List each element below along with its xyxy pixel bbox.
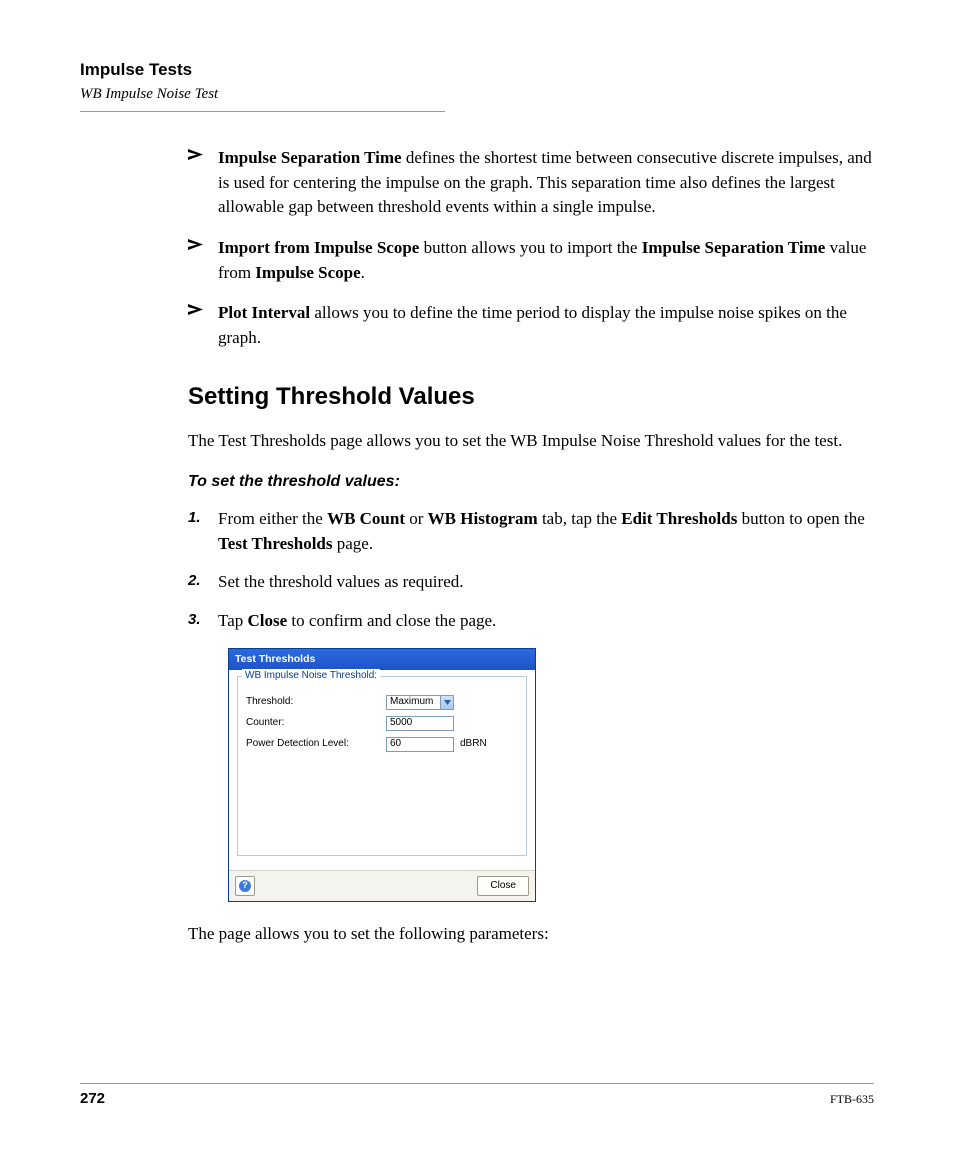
step-marker: 2. (188, 570, 218, 595)
footer-divider (80, 1083, 874, 1084)
dialog-title: Test Thresholds (229, 649, 535, 670)
help-button[interactable]: ? (235, 876, 255, 896)
procedure-heading: To set the threshold values: (188, 470, 874, 493)
power-value: 60 (390, 737, 401, 752)
bullet-text: Impulse Separation Time defines the shor… (218, 146, 874, 220)
document-id: FTB-635 (830, 1092, 874, 1107)
close-button[interactable]: Close (477, 876, 529, 897)
power-unit: dBRN (460, 737, 487, 752)
step-item: 1.From either the WB Count or WB Histogr… (188, 507, 874, 556)
section-subtitle: WB Impulse Noise Test (80, 86, 874, 103)
step-item: 2.Set the threshold values as required. (188, 570, 874, 595)
threshold-label: Threshold: (246, 695, 386, 710)
threshold-value: Maximum (390, 695, 433, 710)
test-thresholds-dialog: Test Thresholds WB Impulse Noise Thresho… (228, 648, 536, 902)
counter-input[interactable]: 5000 (386, 716, 454, 731)
threshold-dropdown[interactable]: Maximum (386, 695, 454, 710)
step-text: Set the threshold values as required. (218, 570, 874, 595)
intro-paragraph: The Test Thresholds page allows you to s… (188, 429, 874, 454)
bullet-item: Impulse Separation Time defines the shor… (188, 146, 874, 220)
power-input[interactable]: 60 (386, 737, 454, 752)
step-text: Tap Close to confirm and close the page. (218, 609, 874, 634)
threshold-groupbox: WB Impulse Noise Threshold: Threshold: M… (237, 676, 527, 856)
bullet-item: Plot Interval allows you to define the t… (188, 301, 874, 350)
bullet-text: Plot Interval allows you to define the t… (218, 301, 874, 350)
step-text: From either the WB Count or WB Histogram… (218, 507, 874, 556)
step-item: 3.Tap Close to confirm and close the pag… (188, 609, 874, 634)
bullet-item: Import from Impulse Scope button allows … (188, 236, 874, 285)
pointer-icon (188, 146, 218, 220)
pointer-icon (188, 236, 218, 285)
step-marker: 3. (188, 609, 218, 634)
counter-label: Counter: (246, 716, 386, 731)
pointer-icon (188, 301, 218, 350)
page-number: 272 (80, 1090, 105, 1107)
header-divider (80, 111, 445, 112)
outro-paragraph: The page allows you to set the following… (188, 922, 874, 947)
step-marker: 1. (188, 507, 218, 556)
section-heading: Setting Threshold Values (188, 380, 874, 415)
groupbox-label: WB Impulse Noise Threshold: (242, 669, 380, 684)
counter-value: 5000 (390, 716, 412, 731)
chevron-down-icon[interactable] (440, 696, 453, 709)
chapter-title: Impulse Tests (80, 60, 874, 80)
power-label: Power Detection Level: (246, 737, 386, 752)
help-icon: ? (239, 880, 251, 892)
bullet-text: Import from Impulse Scope button allows … (218, 236, 874, 285)
